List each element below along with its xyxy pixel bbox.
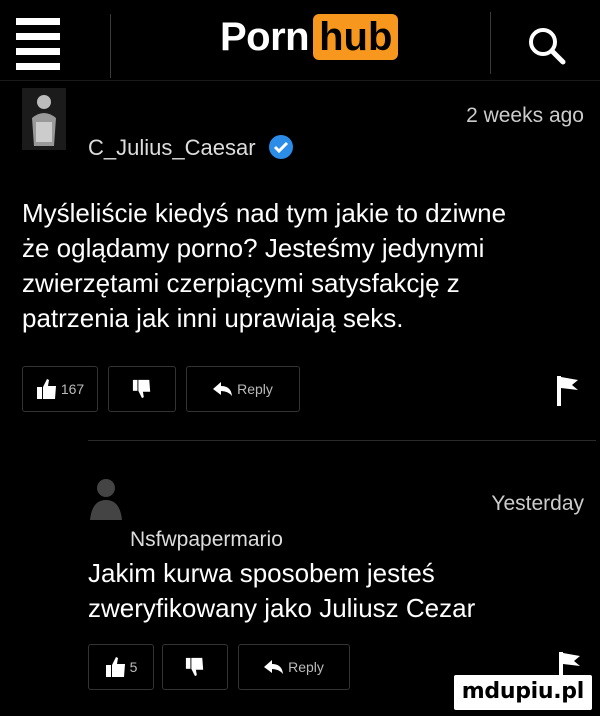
thumbs-up-icon: [36, 379, 56, 399]
comment-text-line: Myśleliście kiedyś nad tym jakie to dziw…: [22, 198, 507, 228]
search-button[interactable]: [490, 12, 587, 74]
comment-text: Jakim kurwa sposobem jesteś zweryfikowan…: [88, 556, 588, 626]
avatar[interactable]: [86, 476, 126, 520]
search-icon: [529, 28, 566, 65]
reply-arrow-icon: [264, 660, 284, 674]
comment-text-line: patrzenia jak inni uprawiają seks.: [22, 303, 404, 333]
reply-button[interactable]: Reply: [186, 366, 300, 412]
comment-username[interactable]: C_Julius_Caesar: [88, 134, 294, 161]
default-user-avatar-icon: [86, 476, 126, 520]
verified-badge-icon: [268, 135, 293, 159]
logo-hub-badge: hub: [313, 14, 399, 60]
comment-username[interactable]: Nsfwpapermario: [130, 528, 283, 552]
thumbs-up-icon: [105, 657, 125, 677]
comment-text-line: zwierzętami czerpiącymi satysfakcję z: [22, 268, 460, 298]
hamburger-menu-icon[interactable]: [16, 14, 111, 78]
thumbs-down-icon: [185, 657, 204, 677]
dislike-button[interactable]: [162, 644, 228, 690]
comment-text-line: że oglądamy porno? Jesteśmy jedynymi: [22, 233, 485, 263]
statue-avatar-icon: [22, 88, 66, 150]
comment-divider: [88, 440, 596, 441]
comment-timestamp: Yesterday: [491, 492, 584, 515]
thumbs-down-icon: [132, 379, 151, 399]
dislike-button[interactable]: [108, 366, 176, 412]
flag-icon[interactable]: [552, 372, 582, 408]
like-button[interactable]: 167: [22, 366, 98, 412]
like-count: 167: [60, 381, 85, 397]
comment-timestamp: 2 weeks ago: [466, 104, 584, 127]
top-bar: Porn hub: [0, 0, 600, 81]
like-count: 5: [129, 659, 138, 675]
comment-text: Myśleliście kiedyś nad tym jakie to dziw…: [22, 196, 582, 336]
like-button[interactable]: 5: [88, 644, 154, 690]
comment-text-line: zweryfikowany jako Juliusz Cezar: [88, 593, 476, 623]
comment-actions: 167 Reply: [22, 366, 582, 412]
logo-text: Porn: [220, 14, 310, 59]
reply-button[interactable]: Reply: [238, 644, 350, 690]
reply-label: Reply: [237, 381, 273, 397]
reply-arrow-icon: [213, 382, 233, 396]
comment-text-line: Jakim kurwa sposobem jesteś: [88, 558, 435, 588]
site-logo[interactable]: Porn hub: [220, 14, 399, 60]
avatar[interactable]: [22, 88, 66, 150]
reply-label: Reply: [288, 659, 324, 675]
site-watermark: mdupiu.pl: [453, 675, 592, 710]
